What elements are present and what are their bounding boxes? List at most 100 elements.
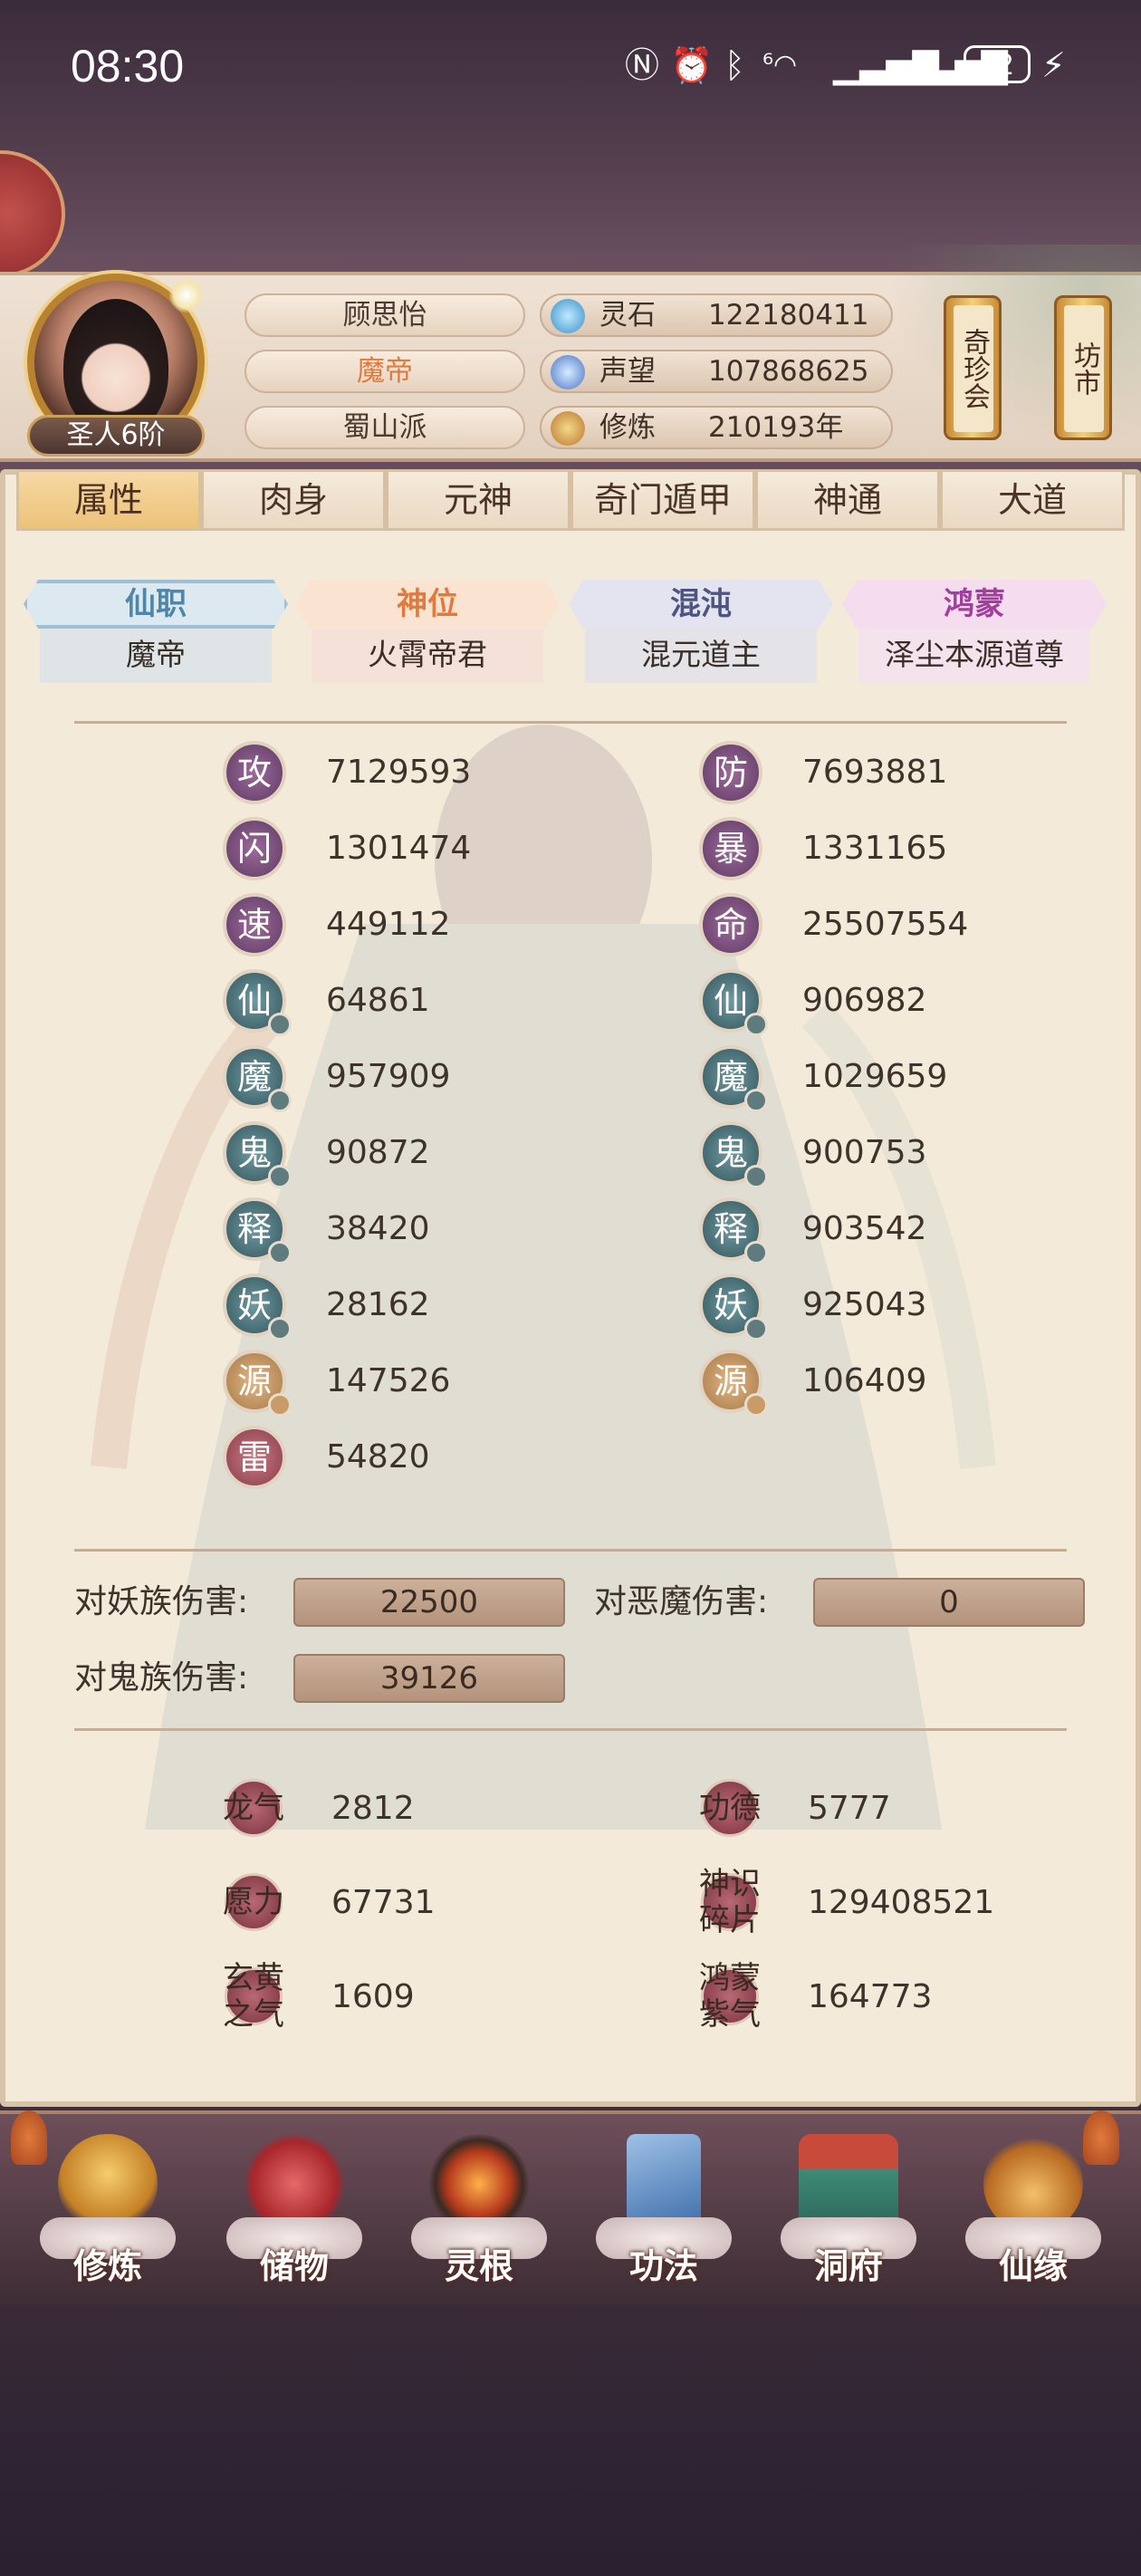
stat-stats_right-value: 106409 <box>802 1362 927 1399</box>
currency-value: 5777 <box>808 1790 891 1827</box>
currency-label: 龙气 <box>223 1790 284 1826</box>
stat-stats_right-value: 906982 <box>802 982 927 1019</box>
stat-stats_right-value: 925043 <box>802 1286 927 1323</box>
tab-qimen-dunjia[interactable]: 奇门遁甲 <box>570 469 755 531</box>
stat-stats_right-value: 1029659 <box>802 1058 948 1095</box>
stat-sub-icon <box>744 1241 768 1264</box>
spirit-stone-icon <box>551 299 585 333</box>
rank-title: 神位 <box>295 580 560 629</box>
stat-stats_right-value: 25507554 <box>802 906 969 943</box>
player-name: 顾思怡 <box>244 293 525 337</box>
resource-label: 声望 <box>599 355 656 388</box>
stat-stats_left-value: 38420 <box>326 1210 430 1247</box>
nav-label: 功法 <box>628 2246 698 2286</box>
nav-cave-dwelling[interactable]: 洞府 <box>781 2134 916 2295</box>
rank-value: 魔帝 <box>40 629 272 683</box>
battery-indicator: 82 <box>964 45 1031 83</box>
tab-great-dao[interactable]: 大道 <box>940 469 1125 531</box>
rank-value: 泽尘本源道尊 <box>858 629 1090 683</box>
currency-value: 1609 <box>331 1978 415 2015</box>
stat-stats_right-value: 1331165 <box>802 830 948 867</box>
realm-rank-label: 圣人6阶 <box>27 415 205 457</box>
resource-reputation: 声望 107868625 <box>540 350 893 393</box>
stat-sub-icon <box>268 1393 292 1417</box>
stat-stats_left-value: 957909 <box>326 1058 451 1095</box>
nav-label: 储物 <box>259 2246 329 2286</box>
currency-label: 功德 <box>699 1790 761 1826</box>
stat-stats_left-value: 7129593 <box>326 754 472 791</box>
stat-stats_left-badge: 雷 <box>223 1426 286 1489</box>
nav-label: 洞府 <box>813 2246 883 2286</box>
tab-body[interactable]: 肉身 <box>201 469 386 531</box>
stat-stats_right-badge: 暴 <box>699 817 762 880</box>
reputation-crystal-icon <box>551 355 585 389</box>
section-divider <box>74 1728 1067 1731</box>
treasure-chest-button[interactable] <box>0 150 65 277</box>
tab-divine-powers[interactable]: 神通 <box>755 469 940 531</box>
currency-value: 129408521 <box>808 1884 995 1921</box>
resource-cultivation: 修炼 210193年 <box>540 406 893 449</box>
stat-stats_right-value: 903542 <box>802 1210 927 1247</box>
stat-sub-icon <box>744 1013 768 1036</box>
resource-label: 灵石 <box>599 299 656 332</box>
stat-stats_left-badge: 攻 <box>223 741 286 804</box>
tab-attributes[interactable]: 属性 <box>16 469 201 531</box>
damage-label-evil-demon: 对恶魔伤害: <box>594 1583 769 1620</box>
stat-sub-icon <box>268 1013 292 1036</box>
resource-spirit-stone: 灵石 122180411 <box>540 293 893 337</box>
stat-sub-icon <box>744 1089 768 1112</box>
rank-divine-position[interactable]: 神位 火霄帝君 <box>295 580 560 687</box>
damage-value-demon-race: 22500 <box>293 1578 565 1627</box>
rank-title: 仙职 <box>24 580 288 629</box>
currency-label: 鸿蒙紫气 <box>699 1960 761 2033</box>
stat-stats_right-value: 7693881 <box>802 754 948 791</box>
damage-label-ghost-race: 对鬼族伤害: <box>74 1659 249 1697</box>
market-label: 坊市 <box>1064 305 1104 432</box>
currency-value: 164773 <box>808 1978 933 2015</box>
currency-label: 玄黄之气 <box>223 1960 284 2033</box>
nav-storage[interactable]: 储物 <box>226 2134 362 2295</box>
stat-stats_left-value: 1301474 <box>326 830 472 867</box>
section-divider <box>74 721 1067 724</box>
stat-sub-icon <box>744 1317 768 1341</box>
wifi-icon: ⁶◠ <box>762 49 798 81</box>
rank-value: 火霄帝君 <box>312 629 543 683</box>
stat-sub-icon <box>268 1241 292 1264</box>
resource-value: 107868625 <box>708 355 869 388</box>
stat-sub-icon <box>268 1165 292 1188</box>
stat-sub-icon <box>268 1089 292 1112</box>
market-button[interactable]: 坊市 <box>1054 295 1112 440</box>
rank-hongmeng[interactable]: 鸿蒙 泽尘本源道尊 <box>842 580 1107 687</box>
rank-immortal-post[interactable]: 仙职 魔帝 <box>24 580 288 687</box>
resource-value: 210193年 <box>708 411 844 444</box>
stat-stats_right-value: 900753 <box>802 1134 927 1171</box>
nav-techniques[interactable]: 功法 <box>596 2134 732 2295</box>
game-screen: 08:30 Ⓝ ⏰ ᛒ ⁶◠ ▁▃▅▇ ▁▃▅▇ 82 ⚡ 圣人6阶 顾思怡 魔… <box>0 0 1141 2576</box>
resource-label: 修炼 <box>599 411 656 444</box>
nav-cultivation[interactable]: 修炼 <box>40 2134 176 2295</box>
treasure-auction-button[interactable]: 奇珍会 <box>944 295 1002 440</box>
rank-chaos[interactable]: 混沌 混元道主 <box>569 580 833 687</box>
charging-icon: ⚡ <box>1041 45 1066 85</box>
nav-spirit-root[interactable]: 灵根 <box>411 2134 547 2295</box>
player-sect: 蜀山派 <box>244 406 525 449</box>
alarm-icon: ⏰ <box>670 45 714 85</box>
currency-value: 2812 <box>331 1790 415 1827</box>
section-divider <box>74 1549 1067 1552</box>
stat-sub-icon <box>744 1393 768 1417</box>
stat-stats_left-value: 449112 <box>326 906 451 943</box>
bluetooth-icon: ᛒ <box>724 45 745 85</box>
nav-label: 仙缘 <box>998 2246 1068 2286</box>
treasure-auction-label: 奇珍会 <box>954 305 993 432</box>
nav-label: 修炼 <box>72 2246 142 2286</box>
status-bar: 08:30 Ⓝ ⏰ ᛒ ⁶◠ ▁▃▅▇ ▁▃▅▇ 82 ⚡ <box>0 0 1141 136</box>
tab-soul[interactable]: 元神 <box>386 469 570 531</box>
nfc-icon: Ⓝ <box>625 45 660 85</box>
status-time: 08:30 <box>71 41 185 91</box>
stat-stats_left-badge: 速 <box>223 893 286 956</box>
attributes-panel <box>0 469 1141 2107</box>
damage-value-ghost-race: 39126 <box>293 1654 565 1703</box>
nav-immortal-fate[interactable]: 仙缘 <box>965 2134 1101 2295</box>
stat-stats_left-value: 147526 <box>326 1362 451 1399</box>
meditation-icon <box>551 411 585 446</box>
